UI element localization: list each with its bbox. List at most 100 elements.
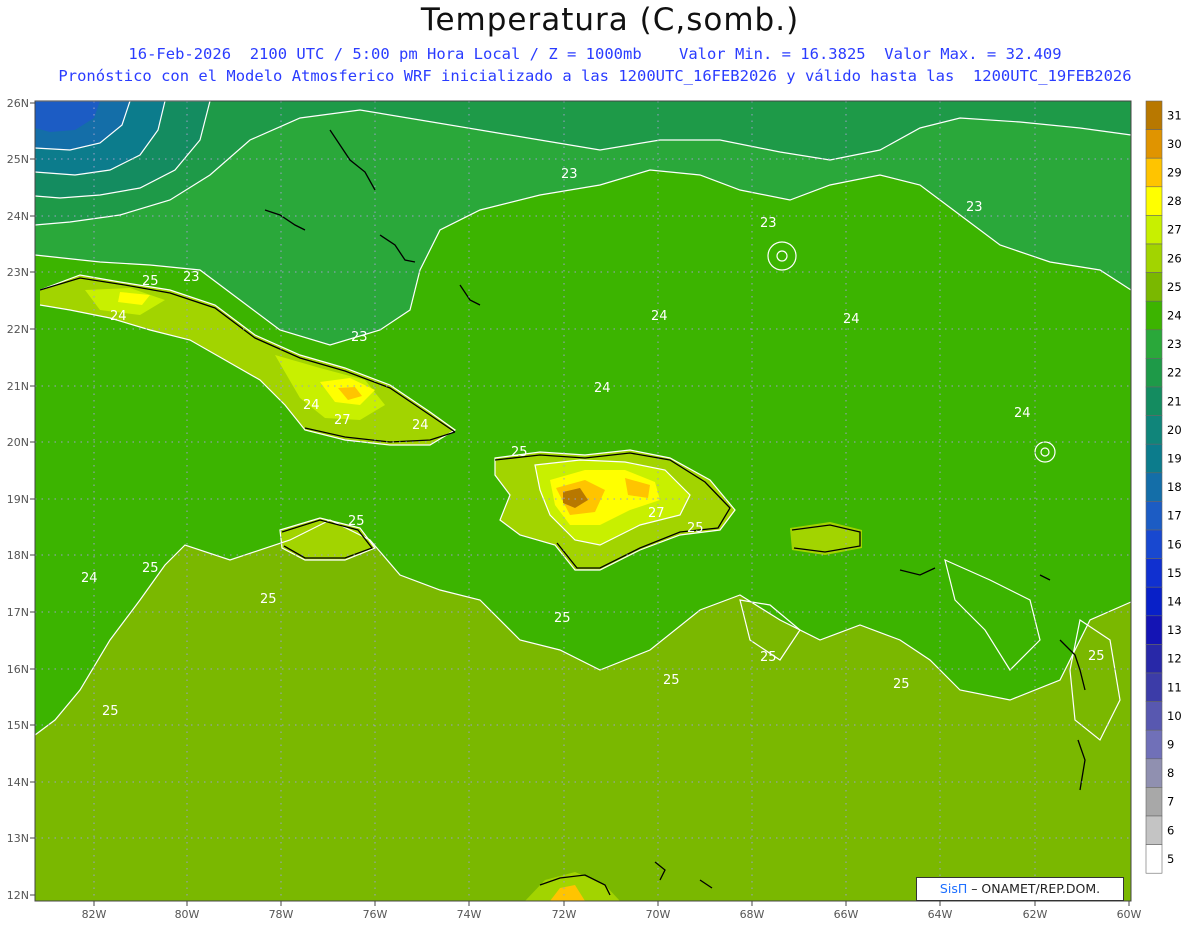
contour-label: 25 [760,650,777,665]
contour-label: 27 [648,506,665,521]
contour-label: 25 [663,673,680,688]
colorbar-label: 15 [1167,566,1182,580]
lat-tick-label: 17N [7,606,29,619]
contour-label: 23 [966,200,983,215]
contour-label: 23 [760,216,777,231]
colorbar-swatch [1145,386,1163,416]
lat-tick-label: 24N [7,210,29,223]
lat-tick-label: 18N [7,549,29,562]
lon-tick-label: 62W [1023,908,1048,921]
colorbar-swatch [1145,787,1163,817]
contour-label: 27 [334,413,351,428]
colorbar-label: 31 [1167,108,1182,122]
lat-tick-label: 13N [7,832,29,845]
colorbar-label: 28 [1167,194,1182,208]
lat-tick-label: 23N [7,266,29,279]
lat-tick-label: 14N [7,776,29,789]
colorbar-label: 25 [1167,280,1182,294]
lon-tick-label: 72W [552,908,577,921]
colorbar-swatch [1145,644,1163,674]
colorbar-swatch [1145,615,1163,645]
colorbar-label: 24 [1167,309,1182,323]
colorbar-label: 6 [1167,823,1174,837]
contour-label: 25 [1088,649,1105,664]
colorbar-label: 21 [1167,394,1182,408]
colorbar-swatch [1145,844,1163,874]
colorbar-swatch [1145,415,1163,445]
colorbar-swatch [1145,215,1163,245]
lat-tick-label: 22N [7,323,29,336]
lat-tick-label: 15N [7,719,29,732]
contour-label: 25 [142,274,159,289]
colorbar-label: 17 [1167,509,1182,523]
lat-tick-label: 21N [7,380,29,393]
colorbar-swatch [1145,186,1163,216]
lat-tick-label: 25N [7,153,29,166]
colorbar-swatch [1145,300,1163,331]
contour-label: 25 [348,514,365,529]
contour-label: 23 [561,167,578,182]
colorbar-label: 11 [1167,680,1182,694]
colorbar-swatch [1145,329,1163,359]
colorbar-swatch [1145,243,1163,273]
contour-label: 25 [687,521,704,536]
colorbar-label: 10 [1167,709,1182,723]
contour-label: 25 [893,677,910,692]
contour-label: 25 [511,445,528,460]
colorbar-swatch [1145,701,1163,731]
lon-tick-label: 70W [646,908,671,921]
colorbar-label: 18 [1167,480,1182,494]
lon-tick-label: 68W [740,908,765,921]
colorbar-label: 29 [1167,166,1182,180]
lon-tick-label: 76W [363,908,388,921]
colorbar-label: 30 [1167,137,1182,151]
colorbar-swatch [1145,157,1163,188]
colorbar-swatch [1145,558,1163,588]
lon-tick-label: 66W [834,908,859,921]
contour-label: 25 [102,704,119,719]
colorbar-swatch [1145,672,1163,702]
contour-label: 25 [554,611,571,626]
contour-label: 25 [142,561,159,576]
credit-org: – ONAMET/REP.DOM. [967,881,1101,896]
colorbar-swatch [1145,129,1163,159]
colorbar-label: 19 [1167,452,1182,466]
colorbar-swatch [1145,529,1163,559]
lat-tick-label: 26N [7,97,29,110]
colorbar-swatch [1145,815,1163,845]
colorbar-label: 20 [1167,423,1182,437]
lon-tick-label: 74W [457,908,482,921]
lat-tick-label: 16N [7,663,29,676]
lon-tick-label: 60W [1117,908,1142,921]
colorbar-swatch [1145,501,1163,531]
colorbar-label: 26 [1167,251,1182,265]
lat-tick-label: 12N [7,889,29,902]
colorbar-label: 5 [1167,852,1174,866]
colorbar-label: 13 [1167,623,1182,637]
plot-area: 23 23 23 23 24 24 24 24 24 24 24 24 25 2… [34,100,1132,902]
lat-axis [30,102,35,896]
contour-label: 24 [110,309,127,324]
credit-brand: SisΠ [939,881,968,896]
colorbar-label: 12 [1167,652,1182,666]
lon-axis [93,901,1130,906]
colorbar-label: 22 [1167,366,1182,380]
colorbar-swatch [1145,272,1163,302]
lat-tick-label: 19N [7,493,29,506]
colorbar-swatch [1145,100,1163,130]
contour-label: 24 [843,312,860,327]
colorbar-swatch [1145,758,1163,788]
lon-tick-labels: 82W 80W 78W 76W 74W 72W 70W 68W 66W 64W … [82,908,1142,921]
contour-label: 24 [1014,406,1031,421]
credit-box: SisΠ – ONAMET/REP.DOM. [916,877,1124,901]
contour-label: 23 [351,330,368,345]
contour-label: 24 [594,381,611,396]
lon-tick-label: 78W [269,908,294,921]
colorbar: 31 30 29 28 27 26 25 24 23 22 21 20 19 18 17 16 15 14 13 12… [1145,100,1182,874]
lon-tick-label: 82W [82,908,107,921]
temperature-map: 23 23 23 23 24 24 24 24 24 24 24 24 25 2… [7,97,1182,921]
colorbar-label: 8 [1167,766,1174,780]
contour-label: 24 [81,571,98,586]
contour-label: 23 [183,270,200,285]
contour-label: 24 [303,398,320,413]
